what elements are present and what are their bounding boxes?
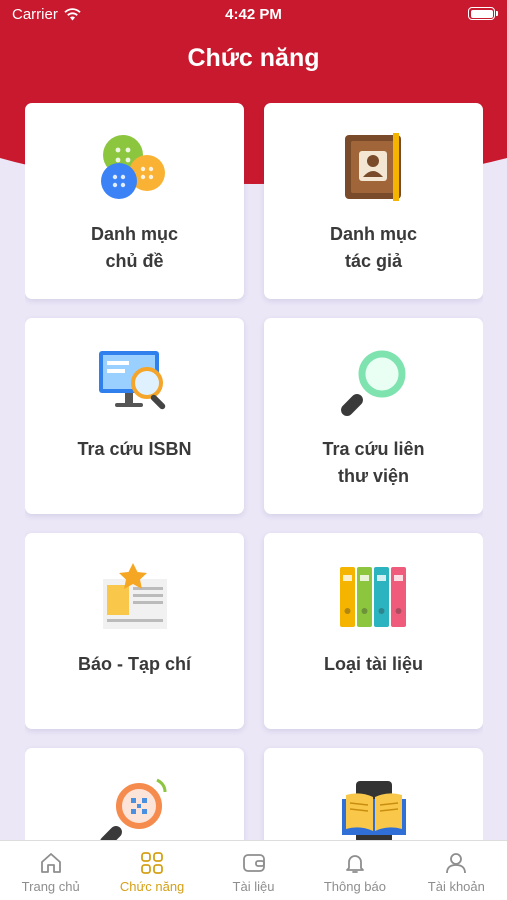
- function-grid: Danh mục chủ đề Danh mục tác giả Tra cứu…: [25, 103, 483, 840]
- function-card-newspapers[interactable]: Báo - Tạp chí: [25, 533, 244, 729]
- function-card-isbn[interactable]: Tra cứu ISBN: [25, 318, 244, 514]
- function-card-label: Báo - Tạp chí: [77, 654, 191, 674]
- tab-documents[interactable]: Tài liệu: [203, 841, 304, 900]
- status-time: 4:42 PM: [225, 6, 282, 23]
- function-card-document-types[interactable]: Loại tài liệu: [264, 533, 483, 729]
- function-card-label: Tra cứu ISBN: [77, 439, 192, 459]
- address-book-icon: [344, 133, 401, 201]
- binders-icon: [339, 567, 406, 627]
- wallet-icon: [242, 854, 265, 872]
- monitor-search-icon: [98, 351, 165, 410]
- tab-label: Tài liệu: [232, 879, 275, 894]
- status-bar: Carrier 4:42 PM: [0, 0, 507, 28]
- tab-notifications[interactable]: Thông báo: [304, 841, 405, 900]
- function-card-label: Tra cứu liên thư viện: [322, 439, 425, 486]
- tab-account[interactable]: Tài khoản: [406, 841, 507, 900]
- home-icon: [40, 853, 61, 873]
- tab-label: Chức năng: [119, 879, 185, 894]
- bell-icon: [346, 855, 364, 873]
- qr-search-icon: [99, 778, 166, 840]
- function-card-qr-search[interactable]: [25, 748, 244, 840]
- user-icon: [446, 853, 467, 874]
- tab-functions[interactable]: Chức năng: [101, 841, 202, 900]
- function-card-interlibrary[interactable]: Tra cứu liên thư viện: [264, 318, 483, 514]
- magnifier-icon: [340, 350, 405, 416]
- function-card-topics[interactable]: Danh mục chủ đề: [25, 103, 244, 299]
- function-card-label: Loại tài liệu: [323, 654, 424, 674]
- tab-label: Tài khoản: [427, 879, 485, 894]
- grid-icon: [141, 852, 164, 874]
- open-book-icon: [341, 781, 406, 840]
- function-card-authors[interactable]: Danh mục tác giả: [264, 103, 483, 299]
- function-card-label: Danh mục chủ đề: [90, 224, 178, 271]
- tab-label: Thông báo: [323, 879, 386, 894]
- function-card-ebooks[interactable]: [264, 748, 483, 840]
- buttons-icon: [100, 135, 165, 199]
- newspaper-icon: [102, 563, 167, 629]
- tab-home[interactable]: Trang chủ: [0, 841, 101, 900]
- tab-bar: Trang chủ Chức năng Tài liệu Thông báo T…: [0, 840, 507, 900]
- tab-label: Trang chủ: [21, 879, 80, 894]
- battery-icon: [468, 7, 498, 20]
- page-title: Chức năng: [187, 44, 320, 72]
- function-card-label: Danh mục tác giả: [329, 224, 417, 271]
